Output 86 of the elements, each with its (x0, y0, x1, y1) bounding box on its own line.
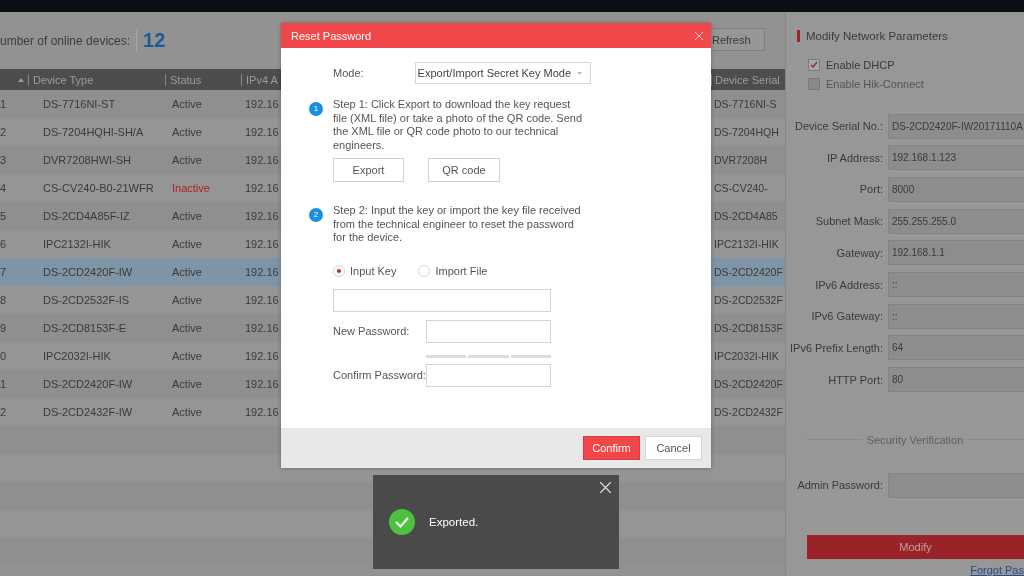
row-number: 2 (0, 406, 7, 418)
dialog-title: Reset Password (291, 29, 372, 42)
field-label: Port: (858, 183, 884, 196)
field-label: Device Serial No.: (793, 120, 884, 133)
serial-cell: DVR7208H (714, 154, 768, 166)
row-number: 9 (0, 322, 7, 334)
ipv4-cell: 192.16 (245, 378, 279, 390)
field-label: HTTP Port: (827, 373, 884, 386)
field-label: Gateway: (835, 246, 884, 259)
field-label: IPv6 Gateway: (810, 310, 884, 323)
ipv4-cell: 192.16 (245, 98, 279, 110)
device-type-cell: DS-2CD2420F-IW (43, 378, 133, 390)
radio-label: Import File (435, 264, 488, 277)
field-label: Admin Password: (796, 479, 884, 492)
status-cell: Active (172, 406, 202, 418)
serial-cell: IPC2032I-HIK (714, 350, 779, 362)
device-type-cell: DS-2CD4A85F-IZ (43, 210, 130, 222)
serial-cell: DS-7204HQH (714, 126, 779, 138)
ipv4-cell: 192.16 (245, 182, 279, 194)
row-number: 0 (0, 350, 7, 362)
device-type-cell: DS-2CD8153F-E (43, 322, 127, 334)
serial-cell: CS-CV240- (714, 182, 768, 194)
ipv4-cell: 192.16 (245, 266, 279, 278)
status-cell: Active (172, 154, 202, 166)
row-number: 4 (0, 182, 7, 194)
row-number: 5 (0, 210, 7, 222)
step-number: 2 (309, 208, 323, 222)
serial-cell: DS-2CD8153F (714, 322, 783, 334)
row-number: 6 (0, 238, 7, 250)
row-number: 2 (0, 126, 7, 138)
status-cell: Active (172, 294, 202, 306)
ipv4-cell: 192.16 (245, 322, 279, 334)
panel-title: Modify Network Parameters (806, 29, 948, 42)
row-number: 7 (0, 266, 7, 278)
field-label: New Password: (333, 325, 411, 337)
radio-label: Input Key (350, 264, 397, 277)
serial-cell: DS-2CD4A85 (714, 210, 778, 222)
ipv4-cell: 192.16 (245, 126, 279, 138)
serial-cell: DS-2CD2420F (714, 378, 783, 390)
device-type-cell: DS-2CD2532F-IS (43, 294, 130, 306)
step-number: 1 (309, 102, 323, 116)
row-number: 1 (0, 378, 7, 390)
device-type-cell: DS-2CD2432F-IW (43, 406, 133, 418)
section-title: Security Verification (866, 433, 964, 446)
checkbox-label: Enable DHCP (826, 59, 895, 72)
status-cell: Active (172, 266, 202, 278)
field-label: Confirm Password: (333, 369, 426, 381)
device-type-cell: DS-7204HQHI-SH/A (43, 126, 144, 138)
status-cell: Active (172, 350, 202, 362)
serial-cell: DS-7716NI-S (714, 98, 777, 110)
row-number: 8 (0, 294, 7, 306)
row-number: 3 (0, 154, 7, 166)
checkbox-label: Enable Hik-Connect (826, 77, 924, 90)
device-type-cell: IPC2032I-HIK (43, 350, 111, 362)
status-cell: Active (172, 378, 202, 390)
ipv4-cell: 192.16 (245, 350, 279, 362)
device-type-cell: DS-7716NI-ST (43, 98, 116, 110)
field-label: IP Address: (825, 151, 884, 164)
field-label: Subnet Mask: (814, 215, 884, 228)
device-type-cell: IPC2132I-HIK (43, 238, 111, 250)
status-cell: Active (172, 98, 202, 110)
ipv4-cell: 192.16 (245, 210, 279, 222)
serial-cell: DS-2CD2532F (714, 294, 783, 306)
ipv4-cell: 192.16 (245, 294, 279, 306)
field-label: IPv6 Prefix Length: (789, 342, 884, 354)
status-cell: Active (172, 238, 202, 250)
online-devices-label: umber of online devices: (0, 33, 131, 48)
serial-cell: IPC2132I-HIK (714, 238, 779, 250)
device-type-cell: CS-CV240-B0-21WFR (43, 182, 154, 194)
device-count: 12 (143, 29, 166, 52)
toast-message: Exported. (429, 516, 479, 528)
step-text: Step 2: Input the key or import the key file received from the technical engineer to reset the password for the device. (333, 204, 581, 243)
serial-cell: DS-2CD2420F (714, 266, 783, 278)
status-cell: Inactive (172, 182, 210, 194)
device-type-cell: DVR7208HWI-SH (43, 154, 132, 166)
serial-cell: DS-2CD2432F (714, 406, 783, 418)
device-type-cell: DS-2CD2420F-IW (43, 266, 133, 278)
status-cell: Active (172, 322, 202, 334)
status-cell: Active (172, 126, 202, 138)
mode-label: Mode: (333, 67, 364, 79)
ipv4-cell: 192.16 (245, 154, 279, 166)
row-number: 1 (0, 98, 7, 110)
ipv4-cell: 192.16 (245, 238, 279, 250)
ipv4-cell: 192.16 (245, 406, 279, 418)
status-cell: Active (172, 210, 202, 222)
field-label: IPv6 Address: (814, 278, 884, 291)
